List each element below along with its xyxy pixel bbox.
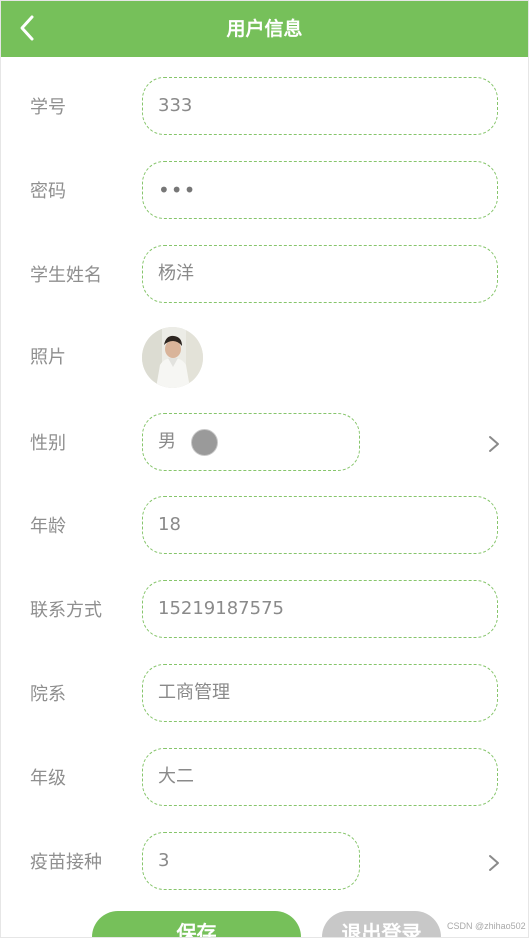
age-label: 年龄 bbox=[30, 516, 66, 537]
gender-value: 男 bbox=[158, 431, 176, 452]
age-row: 年龄 18 bbox=[1, 496, 528, 558]
gender-radio[interactable] bbox=[191, 429, 218, 456]
department-label: 院系 bbox=[30, 684, 66, 705]
vaccination-chevron-right-icon[interactable] bbox=[486, 851, 502, 875]
grade-input[interactable]: 大二 bbox=[142, 748, 498, 806]
save-button[interactable]: 保存 bbox=[92, 911, 301, 937]
logout-button[interactable]: 退出登录 bbox=[322, 911, 441, 937]
app-frame: 用户信息 学号 333 密码 ••• 学生姓名 杨洋 照片 性别 男 年龄 18… bbox=[0, 0, 529, 938]
password-input[interactable]: ••• bbox=[142, 161, 498, 219]
student-id-label: 学号 bbox=[30, 97, 66, 118]
student-id-input[interactable]: 333 bbox=[142, 77, 498, 135]
grade-label: 年级 bbox=[30, 768, 66, 789]
password-label: 密码 bbox=[30, 181, 66, 202]
photo-label: 照片 bbox=[30, 347, 66, 368]
gender-label: 性别 bbox=[30, 433, 66, 454]
department-row: 院系 工商管理 bbox=[1, 664, 528, 726]
gender-row: 性别 男 bbox=[1, 413, 528, 475]
contact-row: 联系方式 15219187575 bbox=[1, 580, 528, 642]
watermark-text: CSDN @zhihao502 bbox=[447, 921, 526, 931]
gender-chevron-right-icon[interactable] bbox=[486, 432, 502, 456]
contact-label: 联系方式 bbox=[30, 600, 102, 621]
vaccination-input[interactable]: 3 bbox=[142, 832, 360, 890]
contact-input[interactable]: 15219187575 bbox=[142, 580, 498, 638]
gender-field[interactable]: 男 bbox=[142, 413, 360, 471]
vaccination-row: 疫苗接种 3 bbox=[1, 832, 528, 894]
photo-row: 照片 bbox=[1, 327, 528, 389]
student-name-row: 学生姓名 杨洋 bbox=[1, 245, 528, 307]
student-name-input[interactable]: 杨洋 bbox=[142, 245, 498, 303]
department-input[interactable]: 工商管理 bbox=[142, 664, 498, 722]
avatar[interactable] bbox=[142, 327, 203, 388]
age-input[interactable]: 18 bbox=[142, 496, 498, 554]
page-title: 用户信息 bbox=[226, 18, 303, 40]
vaccination-label: 疫苗接种 bbox=[30, 852, 102, 873]
student-name-label: 学生姓名 bbox=[30, 265, 102, 286]
profile-photo-image bbox=[142, 327, 203, 388]
password-row: 密码 ••• bbox=[1, 161, 528, 223]
student-id-row: 学号 333 bbox=[1, 77, 528, 139]
grade-row: 年级 大二 bbox=[1, 748, 528, 810]
header-bar: 用户信息 bbox=[1, 1, 528, 57]
